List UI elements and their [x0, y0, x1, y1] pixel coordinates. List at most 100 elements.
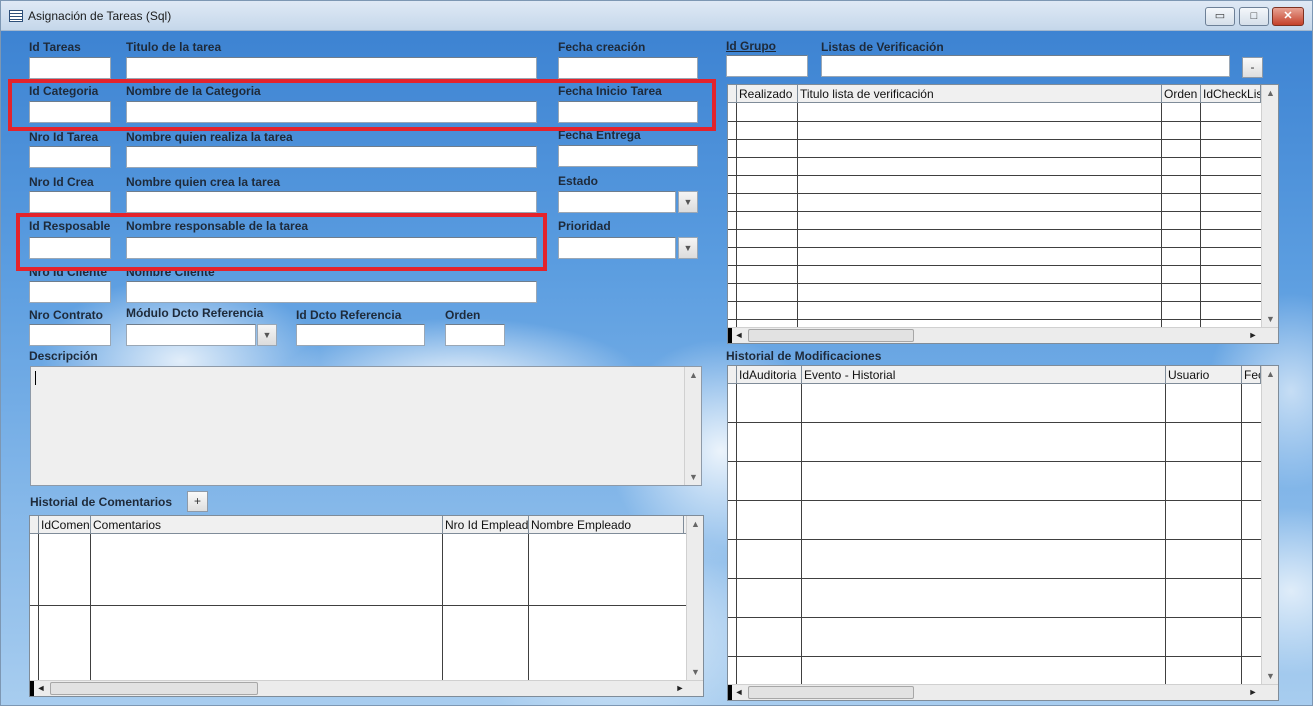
table-row [728, 578, 1261, 579]
historial-modificaciones-title: Historial de Modificaciones [726, 349, 882, 363]
nro-id-tarea-field[interactable] [29, 146, 111, 168]
table-row [728, 193, 1261, 194]
orden-field[interactable] [445, 324, 505, 346]
remove-list-button[interactable]: - [1242, 57, 1263, 78]
scroll-down-icon[interactable]: ▼ [687, 664, 703, 680]
scroll-down-icon[interactable]: ▼ [1262, 668, 1278, 684]
row-selector-column [728, 103, 737, 327]
maximize-button[interactable]: □ [1239, 7, 1269, 26]
titulo-tarea-field[interactable] [126, 57, 537, 79]
checklist-hscroll[interactable]: ◄ ► [728, 327, 1278, 343]
comentarios-hscroll[interactable]: ◄ ► [30, 680, 703, 696]
table-row [728, 539, 1261, 540]
modulo-dcto-dropdown-icon[interactable]: ▼ [257, 324, 277, 346]
orden-label: Orden [445, 308, 481, 322]
scroll-down-icon[interactable]: ▼ [685, 469, 702, 485]
table-row [728, 301, 1261, 302]
estado-select[interactable] [558, 191, 676, 213]
descripcion-scrollbar[interactable]: ▲ ▼ [684, 367, 701, 485]
scroll-right-icon[interactable]: ► [1246, 685, 1260, 700]
grid-column [802, 384, 1166, 684]
checklist-grid[interactable]: Realizado Titulo lista de verificación O… [727, 84, 1279, 344]
grid-header-cell[interactable]: IdCheckLis [1201, 85, 1261, 103]
id-dcto-field[interactable] [296, 324, 425, 346]
estado-dropdown-icon[interactable]: ▼ [678, 191, 698, 213]
nombre-realiza-field[interactable] [126, 146, 537, 168]
grid-header-cell[interactable]: Titulo lista de verificación [798, 85, 1162, 103]
grid-header-cell[interactable]: Evento - Historial [802, 366, 1166, 384]
fecha-entrega-field[interactable] [558, 145, 698, 167]
nro-contrato-field[interactable] [29, 324, 111, 346]
grid-header-cell[interactable]: IdAuditoria [737, 366, 802, 384]
comentarios-vscroll[interactable]: ▲ ▼ [686, 516, 703, 680]
grid-header-cell[interactable]: Fec [1242, 366, 1261, 384]
scroll-left-icon[interactable]: ◄ [732, 328, 746, 343]
scroll-right-icon[interactable]: ► [673, 681, 687, 696]
table-row [728, 157, 1261, 158]
table-row [728, 247, 1261, 248]
comentarios-grid-header: IdComen Comentarios Nro Id Empleado Nomb… [30, 516, 703, 534]
nro-id-cliente-field[interactable] [29, 281, 111, 303]
nro-id-tarea-label: Nro Id Tarea [29, 130, 99, 144]
listas-verificacion-field[interactable] [821, 55, 1230, 77]
hscroll-thumb[interactable] [50, 682, 258, 695]
comentarios-grid[interactable]: IdComen Comentarios Nro Id Empleado Nomb… [29, 515, 704, 697]
highlight-box-categoria [8, 79, 716, 131]
scroll-up-icon[interactable]: ▲ [685, 367, 702, 383]
prioridad-dropdown-icon[interactable]: ▼ [678, 237, 698, 259]
id-tareas-field[interactable] [29, 57, 111, 79]
fecha-creacion-field[interactable] [558, 57, 698, 79]
hscroll-thumb[interactable] [748, 686, 914, 699]
descripcion-textarea[interactable]: ▲ ▼ [30, 366, 702, 486]
table-row [728, 139, 1261, 140]
table-row [728, 175, 1261, 176]
estado-label: Estado [558, 174, 599, 188]
table-row [30, 605, 686, 606]
nombre-cliente-field[interactable] [126, 281, 537, 303]
nombre-crea-label: Nombre quien crea la tarea [126, 175, 281, 189]
table-row [728, 283, 1261, 284]
modificaciones-grid[interactable]: IdAuditoria Evento - Historial Usuario F… [727, 365, 1279, 701]
grid-header-cell[interactable]: Comentarios [91, 516, 443, 534]
text-caret [35, 371, 36, 385]
scroll-left-icon[interactable]: ◄ [732, 685, 746, 700]
modificaciones-vscroll[interactable]: ▲ ▼ [1261, 366, 1278, 684]
checklist-vscroll[interactable]: ▲ ▼ [1261, 85, 1278, 327]
nro-contrato-label: Nro Contrato [29, 308, 103, 322]
id-grupo-field[interactable] [726, 55, 808, 77]
minimize-button[interactable]: ▭ [1205, 7, 1235, 26]
prioridad-label: Prioridad [558, 219, 611, 233]
fecha-creacion-label: Fecha creación [558, 40, 646, 54]
modulo-dcto-select[interactable] [126, 324, 256, 346]
grid-header-cell[interactable]: Usuario [1166, 366, 1242, 384]
scroll-right-icon[interactable]: ► [1246, 328, 1260, 343]
scroll-up-icon[interactable]: ▲ [1262, 85, 1278, 101]
prioridad-select[interactable] [558, 237, 676, 259]
id-tareas-label: Id Tareas [29, 40, 81, 54]
scroll-down-icon[interactable]: ▼ [1262, 311, 1278, 327]
grid-column [798, 103, 1162, 327]
grid-header-cell[interactable]: Realizado [737, 85, 798, 103]
grid-header-cell[interactable]: IdComen [39, 516, 91, 534]
grid-header-cell [728, 366, 737, 384]
modulo-dcto-label: Módulo Dcto Referencia [126, 306, 264, 320]
id-grupo-link[interactable]: Id Grupo [726, 39, 776, 53]
window-title: Asignación de Tareas (Sql) [28, 9, 172, 23]
scroll-up-icon[interactable]: ▲ [687, 516, 703, 532]
nombre-crea-field[interactable] [126, 191, 537, 213]
grid-header-cell[interactable]: Nro Id Empleado [443, 516, 529, 534]
descripcion-label: Descripción [29, 349, 98, 363]
add-comment-button[interactable]: + [187, 491, 208, 512]
scroll-up-icon[interactable]: ▲ [1262, 366, 1278, 382]
nro-id-crea-label: Nro Id Crea [29, 175, 94, 189]
hscroll-thumb[interactable] [748, 329, 914, 342]
scroll-left-icon[interactable]: ◄ [34, 681, 48, 696]
modificaciones-hscroll[interactable]: ◄ ► [728, 684, 1278, 700]
grid-header-cell[interactable]: Nombre Empleado [529, 516, 684, 534]
close-button[interactable]: ✕ [1272, 7, 1304, 26]
row-selector-column [30, 534, 39, 680]
table-row [728, 617, 1261, 618]
nro-id-crea-field[interactable] [29, 191, 111, 213]
grid-header-cell[interactable]: Orden [1162, 85, 1201, 103]
table-row [728, 121, 1261, 122]
